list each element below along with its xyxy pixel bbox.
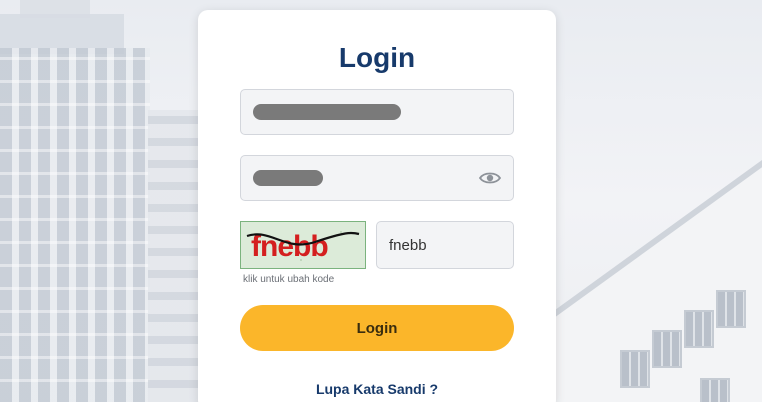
username-field[interactable]: [240, 89, 514, 135]
eye-icon[interactable]: [479, 171, 501, 185]
captcha-image[interactable]: fnebb: [240, 221, 366, 269]
captcha-graphic: fnebb: [241, 222, 365, 268]
username-input[interactable]: [241, 90, 513, 134]
captcha-refresh-hint[interactable]: klik untuk ubah kode: [243, 274, 334, 285]
forgot-password-link[interactable]: Lupa Kata Sandi ?: [198, 381, 556, 397]
password-field[interactable]: [240, 155, 514, 201]
login-card: Login fnebb klik untuk ubah kode fnebb L…: [198, 10, 556, 402]
login-button[interactable]: Login: [240, 305, 514, 351]
captcha-input[interactable]: [377, 222, 513, 268]
password-input[interactable]: [241, 156, 513, 200]
captcha-field[interactable]: [376, 221, 514, 269]
login-page: Login fnebb klik untuk ubah kode fnebb L…: [0, 0, 762, 402]
login-title: Login: [338, 42, 416, 73]
